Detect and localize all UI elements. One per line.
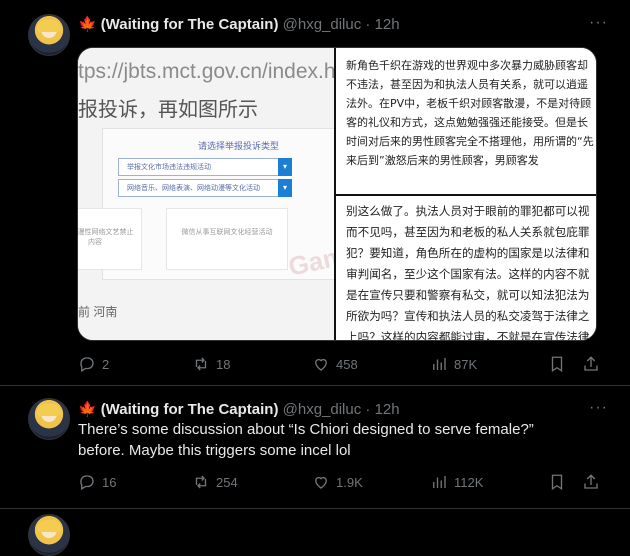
repost-count: 254 bbox=[216, 475, 238, 490]
bookmark-icon bbox=[551, 474, 563, 491]
views-button[interactable]: 87K bbox=[430, 355, 477, 373]
views-icon bbox=[433, 358, 446, 370]
select-1-label: 举报文化市场违法违规活动 bbox=[127, 164, 211, 171]
screenshot-footer: 前 河南 bbox=[78, 305, 118, 319]
views-count: 112K bbox=[454, 475, 484, 490]
repost-icon bbox=[195, 357, 207, 371]
views-icon bbox=[433, 476, 446, 488]
reply-icon bbox=[80, 357, 94, 372]
tweet-header: 🍁 (Waiting for The Captain) @hxg_diluc · … bbox=[78, 400, 400, 418]
more-options-icon[interactable]: ··· bbox=[589, 399, 608, 417]
like-button[interactable]: 458 bbox=[312, 355, 358, 373]
reply-count: 16 bbox=[102, 475, 117, 490]
screenshot-left-panel: tps://jbts.mct.gov.cn/index.ht 报投诉，再如图所示… bbox=[77, 48, 377, 340]
tweet-actions: 16 254 1.9K 112K bbox=[78, 473, 598, 493]
select-1: 举报文化市场违法违规活动 ▾ bbox=[118, 158, 292, 176]
option-box-2: 微信从事互联网文化经营活动 bbox=[166, 208, 288, 270]
share-button[interactable] bbox=[582, 355, 606, 373]
like-icon bbox=[315, 358, 327, 371]
share-icon bbox=[584, 474, 598, 489]
like-button[interactable]: 1.9K bbox=[312, 473, 363, 491]
repost-count: 18 bbox=[216, 357, 231, 372]
handle[interactable]: @hxg_diluc bbox=[283, 16, 362, 33]
like-count: 458 bbox=[336, 357, 358, 372]
handle[interactable]: @hxg_diluc bbox=[283, 401, 362, 418]
tweet-1[interactable]: 🍁 (Waiting for The Captain) @hxg_diluc · … bbox=[0, 0, 630, 385]
form-title: 请选择举报投诉类型 bbox=[198, 141, 280, 151]
chevron-down-icon: ▾ bbox=[278, 179, 292, 197]
reply-icon bbox=[80, 475, 94, 490]
chinese-text-top: 新角色千织在游戏的世界观中多次暴力威胁顾客却不违法，甚至因为和执法人员有关系，就… bbox=[346, 59, 594, 167]
display-name[interactable]: (Waiting for The Captain) bbox=[101, 16, 279, 33]
repost-button[interactable]: 18 bbox=[192, 355, 230, 373]
left-heading: 报投诉，再如图所示 bbox=[78, 99, 258, 121]
more-options-icon[interactable]: ··· bbox=[589, 14, 608, 32]
views-button[interactable]: 112K bbox=[430, 473, 483, 491]
bookmark-icon bbox=[551, 356, 563, 373]
reply-button[interactable]: 2 bbox=[78, 355, 109, 373]
tweet-text-line-2: before. Maybe this triggers some incel l… bbox=[78, 442, 351, 459]
chevron-down-icon: ▾ bbox=[278, 158, 292, 176]
avatar-next-tweet[interactable] bbox=[28, 514, 70, 556]
chinese-text-bottom: 别这么做了。执法人员对于眼前的罪犯都可以视而不见吗，甚至因为和老板的私人关系就包… bbox=[346, 204, 590, 341]
repost-icon bbox=[195, 475, 207, 489]
like-icon bbox=[315, 476, 327, 489]
option-2-label: 微信从事互联网文化经营活动 bbox=[181, 229, 273, 236]
share-icon bbox=[584, 356, 598, 371]
tweet-header: 🍁 (Waiting for The Captain) @hxg_diluc · … bbox=[78, 15, 400, 33]
separator-dot: · bbox=[365, 401, 371, 418]
repost-button[interactable]: 254 bbox=[192, 473, 238, 491]
share-button[interactable] bbox=[582, 473, 606, 491]
timestamp[interactable]: 12h bbox=[375, 16, 400, 33]
like-count: 1.9K bbox=[336, 475, 363, 490]
tweet-2[interactable]: 🍁 (Waiting for The Captain) @hxg_diluc · … bbox=[0, 386, 630, 496]
bookmark-button[interactable] bbox=[548, 473, 572, 491]
display-name[interactable]: (Waiting for The Captain) bbox=[101, 401, 279, 418]
select-2: 网络音乐、网络表演、网络动漫等文化活动 ▾ bbox=[118, 179, 292, 197]
image-divider-horizontal bbox=[336, 194, 596, 196]
reply-button[interactable]: 16 bbox=[78, 473, 116, 491]
select-2-label: 网络音乐、网络表演、网络动漫等文化活动 bbox=[127, 185, 260, 192]
tweet-text: There’s some discussion about “Is Chiori… bbox=[78, 419, 598, 461]
tweet-actions: 2 18 458 87K bbox=[78, 355, 598, 375]
reply-count: 2 bbox=[102, 357, 110, 372]
tweet-text-line-1: There’s some discussion about “Is Chiori… bbox=[78, 421, 534, 438]
avatar[interactable] bbox=[28, 14, 70, 56]
option-1-label: 网络动漫性网络文艺禁止内容 bbox=[77, 229, 134, 246]
bookmark-button[interactable] bbox=[548, 355, 572, 373]
url-text: tps://jbts.mct.gov.cn/index.ht bbox=[78, 60, 342, 83]
separator-dot: · bbox=[365, 16, 371, 33]
tweet-divider bbox=[0, 508, 630, 509]
maple-leaf-emoji: 🍁 bbox=[78, 401, 97, 418]
views-count: 87K bbox=[454, 357, 478, 372]
avatar[interactable] bbox=[28, 398, 70, 440]
maple-leaf-emoji: 🍁 bbox=[78, 16, 97, 33]
tweet-image[interactable]: tps://jbts.mct.gov.cn/index.ht 报投诉，再如图所示… bbox=[77, 47, 597, 341]
option-box-1: 网络动漫性网络文艺禁止内容 bbox=[77, 208, 142, 270]
timestamp[interactable]: 12h bbox=[375, 401, 400, 418]
